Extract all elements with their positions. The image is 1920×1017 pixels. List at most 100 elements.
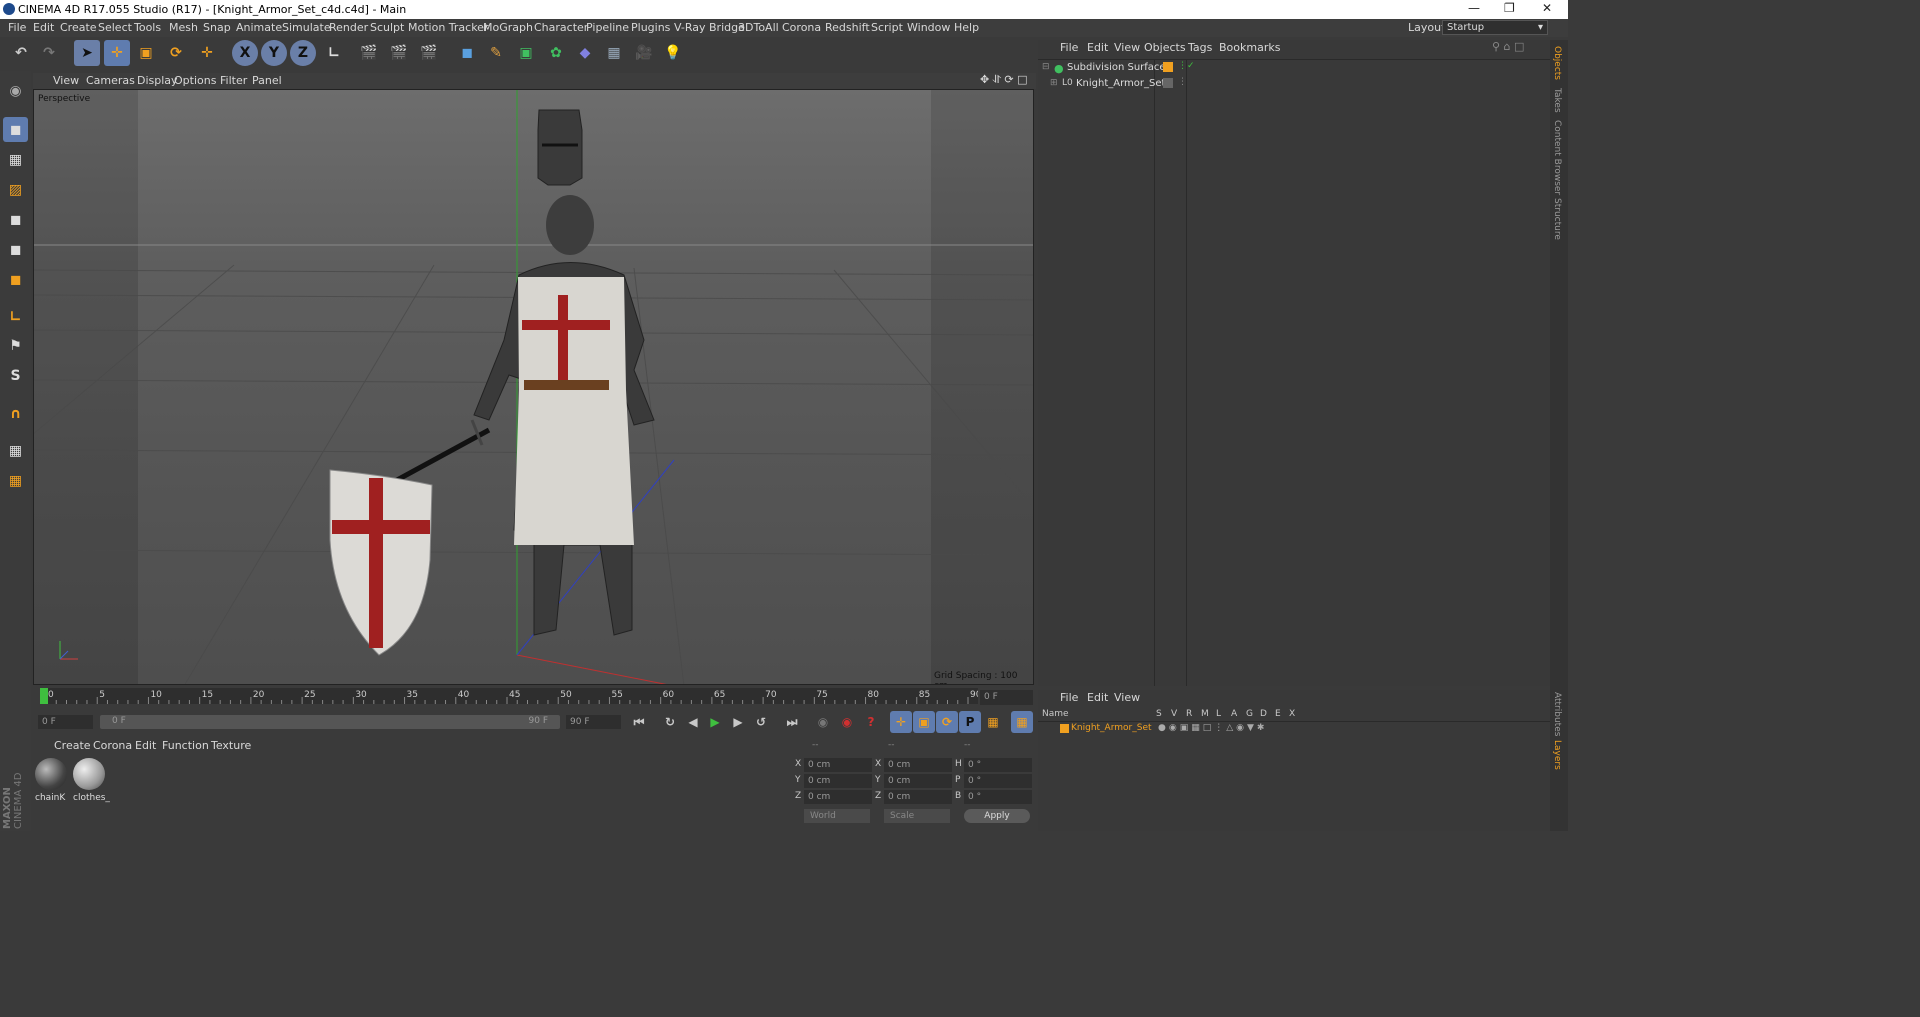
objects-menu-view[interactable]: View bbox=[1114, 41, 1140, 54]
solo-button[interactable]: S bbox=[3, 363, 28, 388]
viewport-menu-display[interactable]: Display bbox=[137, 74, 178, 87]
frame-range-slider[interactable]: 0 F 90 F bbox=[100, 715, 560, 729]
layers-menu-file[interactable]: File bbox=[1060, 691, 1078, 704]
world-select[interactable]: World bbox=[804, 809, 870, 823]
key-parameter-button[interactable]: P bbox=[959, 711, 981, 733]
restore-icon[interactable]: ❐ bbox=[1504, 1, 1515, 15]
menu-create[interactable]: Create bbox=[60, 21, 97, 34]
position-y-field[interactable]: 0 cm bbox=[804, 774, 872, 788]
previous-key-button[interactable]: ↻ bbox=[659, 711, 681, 733]
material-swatch[interactable]: chainK bbox=[35, 758, 69, 803]
material-menu-create[interactable]: Create bbox=[54, 739, 91, 752]
select-tool-button[interactable]: ➤ bbox=[74, 40, 100, 66]
render-picture-viewer-button[interactable]: 🎬 bbox=[386, 40, 412, 66]
viewport-navigation-icons[interactable]: ✥ ⥯ ⟳ □ bbox=[980, 73, 1028, 87]
menu-snap[interactable]: Snap bbox=[203, 21, 231, 34]
timeline-ruler[interactable]: 0 5 10 15 20 25 30 35 40 45 50 55 60 65 70 75 80 85 90 bbox=[40, 688, 978, 704]
y-axis-button[interactable]: Y bbox=[261, 40, 287, 66]
menu-vray-bridge[interactable]: V-Ray Bridge bbox=[674, 21, 745, 34]
tab-structure[interactable]: Structure bbox=[1552, 198, 1562, 240]
polygons-mode-button[interactable]: ◼ bbox=[3, 267, 28, 292]
material-menu-function[interactable]: Function bbox=[162, 739, 209, 752]
menu-edit[interactable]: Edit bbox=[33, 21, 54, 34]
light-object-button[interactable]: 💡 bbox=[660, 40, 686, 66]
scale-tool-button[interactable]: ▣ bbox=[133, 40, 159, 66]
rotation-p-field[interactable]: 0 ° bbox=[964, 774, 1032, 788]
menu-character[interactable]: Character bbox=[534, 21, 588, 34]
next-frame-button[interactable]: ▶ bbox=[727, 711, 749, 733]
timeline-window-button[interactable]: ▦ bbox=[1011, 711, 1033, 733]
record-active-objects-button[interactable]: ◉ bbox=[812, 711, 834, 733]
deformer-button[interactable]: ◆ bbox=[572, 40, 598, 66]
render-settings-button[interactable]: 🎬 bbox=[416, 40, 442, 66]
scale-select[interactable]: Scale bbox=[884, 809, 950, 823]
model-mode-button[interactable]: ◼ bbox=[3, 117, 28, 142]
pen-spline-button[interactable]: ✎ bbox=[483, 40, 509, 66]
menu-redshift[interactable]: Redshift bbox=[825, 21, 870, 34]
perspective-viewport[interactable]: Perspective Grid Spacing : 100 cm bbox=[33, 89, 1034, 685]
layer-color-tag[interactable] bbox=[1163, 62, 1173, 72]
menu-render[interactable]: Render bbox=[329, 21, 368, 34]
objects-menu-objects[interactable]: Objects bbox=[1144, 41, 1186, 54]
render-view-button[interactable]: 🎬 bbox=[356, 40, 382, 66]
menu-corona[interactable]: Corona bbox=[782, 21, 821, 34]
redo-button[interactable]: ↷ bbox=[36, 40, 62, 66]
enabled-check-icon[interactable]: ⋮✓ bbox=[1178, 61, 1195, 71]
collapse-icon[interactable]: ⊟ bbox=[1042, 62, 1050, 72]
start-frame-field[interactable]: 0 F bbox=[38, 715, 93, 729]
expand-icon[interactable]: ⊞ bbox=[1050, 78, 1058, 88]
key-scale-button[interactable]: ▣ bbox=[913, 711, 935, 733]
menu-window[interactable]: Window bbox=[907, 21, 950, 34]
object-row-subdivision[interactable]: ⊟ ● Subdivision Surface ⋮✓ bbox=[1042, 61, 1552, 76]
close-icon[interactable]: ✕ bbox=[1542, 1, 1552, 15]
position-z-field[interactable]: 0 cm bbox=[804, 790, 872, 804]
menu-tools[interactable]: Tools bbox=[134, 21, 161, 34]
keyframe-selection-button[interactable]: ? bbox=[860, 711, 882, 733]
layer-color-swatch[interactable] bbox=[1060, 724, 1069, 733]
move-tool-button[interactable]: ✛ bbox=[104, 40, 130, 66]
scale-x-field[interactable]: 0 cm bbox=[884, 758, 952, 772]
viewport-menu-cameras[interactable]: Cameras bbox=[86, 74, 135, 87]
viewport-menu-options[interactable]: Options bbox=[174, 74, 216, 87]
objects-menu-bookmarks[interactable]: Bookmarks bbox=[1219, 41, 1280, 54]
planar-workplane-button[interactable]: ▦ bbox=[3, 468, 28, 493]
current-frame-field[interactable]: 0 F bbox=[980, 690, 1033, 705]
coordinate-system-button[interactable]: ∟ bbox=[321, 40, 347, 66]
layers-menu-edit[interactable]: Edit bbox=[1087, 691, 1108, 704]
play-button[interactable]: ▶ bbox=[704, 711, 726, 733]
objects-menu-file[interactable]: File bbox=[1060, 41, 1078, 54]
cube-object-button[interactable]: ◼ bbox=[454, 40, 480, 66]
scale-z-field[interactable]: 0 cm bbox=[884, 790, 952, 804]
menu-plugins[interactable]: Plugins bbox=[631, 21, 670, 34]
menu-script[interactable]: Script bbox=[871, 21, 903, 34]
workplane-mode-button[interactable]: ▨ bbox=[3, 177, 28, 202]
material-swatch[interactable]: clothes_ bbox=[73, 758, 110, 803]
apply-button[interactable]: Apply bbox=[964, 809, 1030, 823]
menu-sculpt[interactable]: Sculpt bbox=[370, 21, 404, 34]
visibility-dots-icon[interactable]: ⋮ bbox=[1178, 77, 1187, 87]
next-key-button[interactable]: ↺ bbox=[750, 711, 772, 733]
minimize-icon[interactable]: — bbox=[1468, 1, 1480, 15]
material-menu-edit[interactable]: Edit bbox=[135, 739, 156, 752]
tweak-mode-button[interactable]: ⚑ bbox=[3, 333, 28, 358]
menu-pipeline[interactable]: Pipeline bbox=[586, 21, 629, 34]
snap-magnet-icon[interactable]: ∩ bbox=[3, 401, 28, 426]
menu-file[interactable]: File bbox=[8, 21, 26, 34]
material-menu-texture[interactable]: Texture bbox=[211, 739, 251, 752]
autokey-button[interactable]: ◉ bbox=[836, 711, 858, 733]
camera-object-button[interactable]: 🎥 bbox=[631, 40, 657, 66]
end-frame-field[interactable]: 90 F bbox=[566, 715, 621, 729]
go-to-start-button[interactable]: ⏮ bbox=[628, 711, 650, 733]
key-pla-button[interactable]: ▦ bbox=[982, 711, 1004, 733]
menu-mesh[interactable]: Mesh bbox=[169, 21, 198, 34]
tab-content-browser[interactable]: Content Browser bbox=[1552, 120, 1562, 195]
make-editable-icon[interactable]: ◉ bbox=[3, 78, 28, 103]
menu-select[interactable]: Select bbox=[98, 21, 132, 34]
objects-menu-tags[interactable]: Tags bbox=[1188, 41, 1212, 54]
go-to-end-button[interactable]: ⏭ bbox=[781, 711, 803, 733]
tab-objects[interactable]: Objects bbox=[1552, 46, 1562, 80]
key-position-button[interactable]: ✛ bbox=[890, 711, 912, 733]
layer-toggle-icons[interactable]: ●◉▣▦□⋮△◉▼✱ bbox=[1158, 723, 1267, 733]
layout-select[interactable]: Startup ▾ bbox=[1442, 20, 1548, 35]
viewport-menu-view[interactable]: View bbox=[53, 74, 79, 87]
